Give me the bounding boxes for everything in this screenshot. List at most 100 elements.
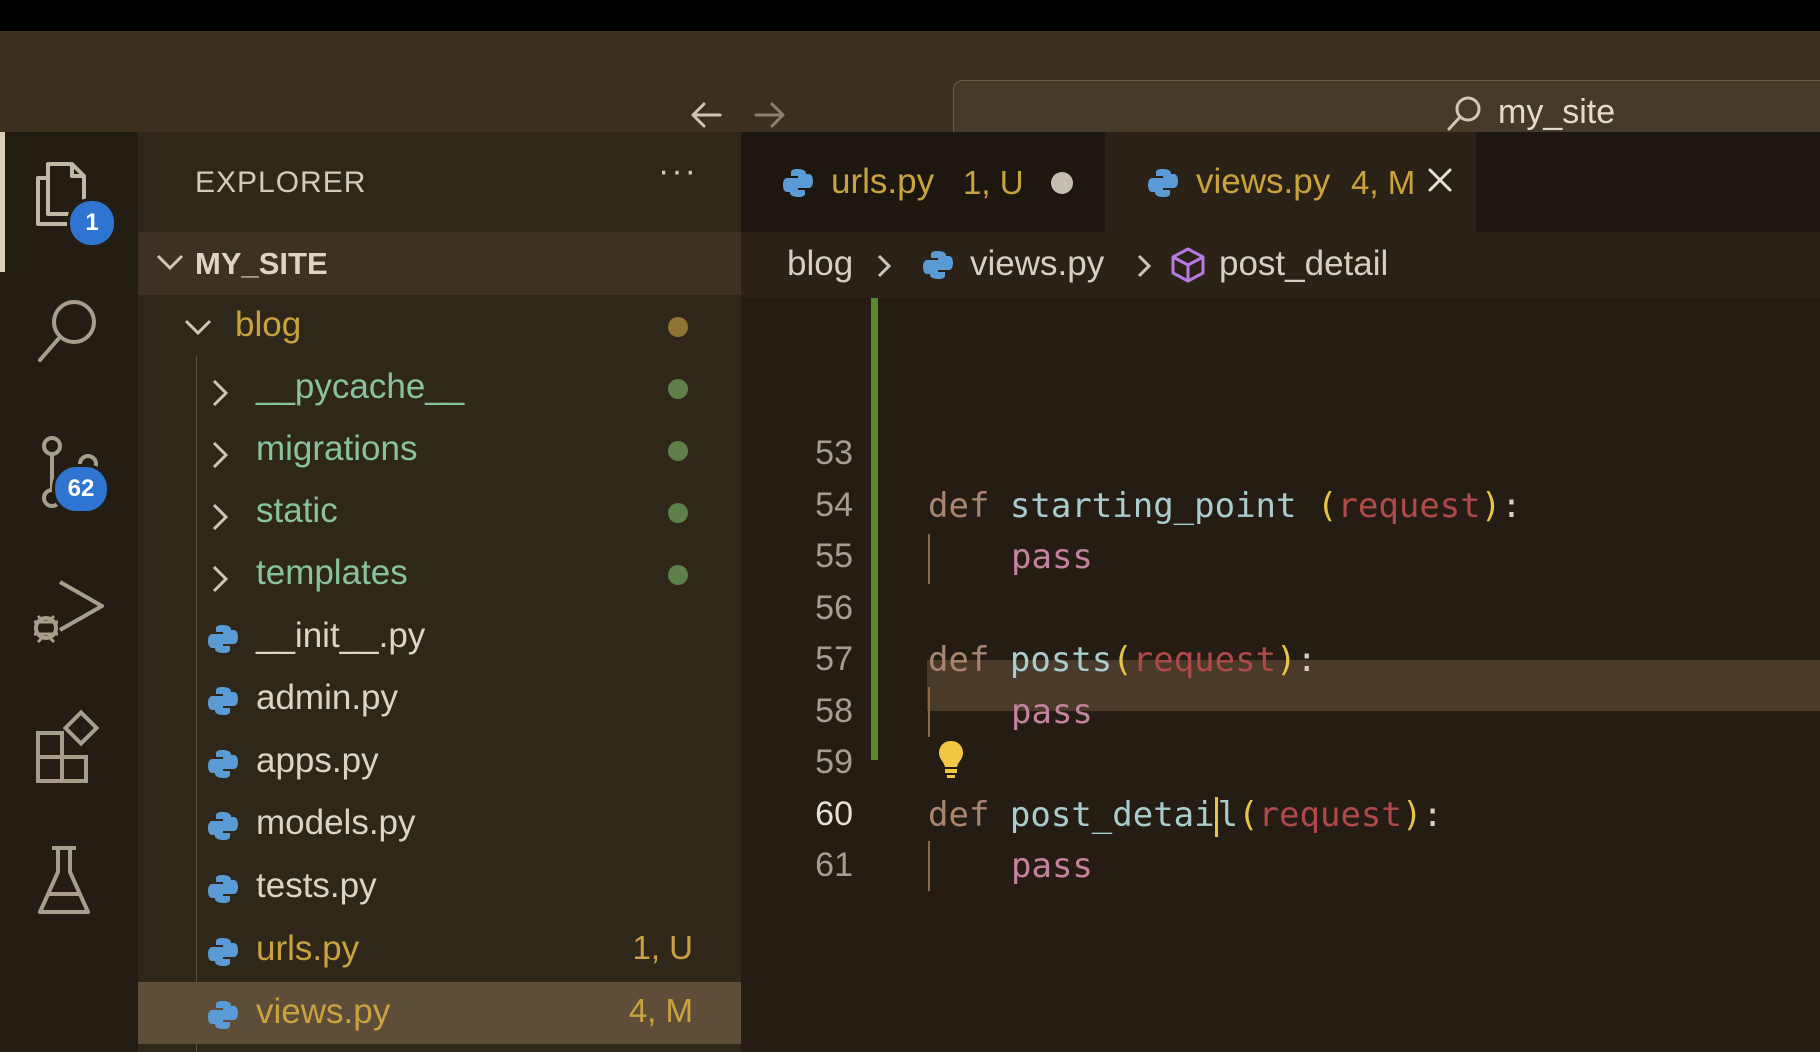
tab-bar: urls.py 1, U views.py 4, M [741, 132, 1820, 232]
python-file-icon [783, 169, 813, 197]
tab-label: urls.py [831, 162, 935, 201]
tree-label: static [256, 491, 338, 530]
code-line[interactable]: 55 pass [741, 531, 1820, 582]
code-line[interactable]: 59 [741, 737, 1820, 788]
untracked-dot [668, 441, 688, 461]
line-number: 53 [815, 434, 853, 472]
editor-area: urls.py 1, U views.py 4, M blog views.py… [741, 132, 1820, 1052]
untracked-dot [668, 503, 688, 523]
tree-file-models[interactable]: models.py [138, 793, 741, 855]
code-text: def post_detail(request): [928, 795, 1443, 837]
code-line[interactable]: 54 def starting_point (request): [741, 480, 1820, 531]
run-debug-icon [34, 580, 104, 644]
code-line[interactable]: 57 def posts(request): [741, 634, 1820, 685]
tree-file-tests[interactable]: tests.py [138, 856, 741, 918]
chevron-right-icon [212, 503, 229, 531]
modified-dot [668, 317, 688, 337]
tree-label: __init__.py [256, 616, 426, 655]
title-bar: my_site [0, 31, 1820, 146]
extensions-icon [36, 709, 100, 783]
tree-label: views.py [256, 992, 391, 1031]
method-cube-icon [1171, 247, 1205, 283]
python-file-icon [208, 812, 238, 840]
search-icon [1444, 94, 1484, 134]
line-number: 58 [815, 692, 853, 730]
source-control-activity[interactable]: 62 [0, 412, 138, 532]
explorer-badge: 1 [67, 198, 117, 248]
python-file-icon [208, 875, 238, 903]
chevron-right-icon [212, 379, 229, 407]
tree-file-admin[interactable]: admin.py [138, 668, 741, 730]
extensions-activity[interactable] [0, 687, 138, 807]
tab-status: 4, M [1351, 164, 1416, 201]
breadcrumb-file[interactable]: views.py [970, 244, 1104, 284]
tree-folder-templates[interactable]: templates [138, 543, 741, 605]
tree-folder-pycache[interactable]: __pycache__ [138, 357, 741, 419]
lightbulb-icon[interactable] [936, 738, 966, 780]
tree-file-views[interactable]: views.py 4, M [138, 982, 741, 1044]
tree-file-init[interactable]: __init__.py [138, 606, 741, 668]
workspace-name: MY_SITE [195, 246, 328, 281]
line-number: 56 [815, 589, 853, 627]
more-actions-icon[interactable]: ··· [658, 152, 698, 191]
tab-label: views.py [1196, 162, 1331, 201]
line-number: 55 [815, 537, 853, 575]
tree-folder-static[interactable]: static [138, 481, 741, 543]
code-text: pass [1011, 846, 1093, 886]
chevron-right-icon [212, 441, 229, 469]
back-arrow-icon[interactable] [684, 93, 728, 137]
explorer-title: EXPLORER [195, 166, 367, 199]
python-file-icon [208, 938, 238, 966]
line-number: 61 [815, 846, 853, 884]
tab-views[interactable]: views.py 4, M [1106, 132, 1476, 232]
unsaved-dot-icon[interactable] [1051, 172, 1073, 194]
breadcrumb: blog views.py post_detail [741, 232, 1820, 298]
python-file-icon [923, 251, 953, 279]
code-line[interactable]: 61 pass [741, 840, 1820, 891]
tab-status: 1, U [963, 164, 1024, 201]
tree-label: tests.py [256, 866, 377, 905]
tab-urls[interactable]: urls.py 1, U [741, 132, 1106, 232]
git-status: 4, M [628, 992, 693, 1029]
line-number: 54 [815, 486, 853, 524]
python-file-icon [208, 750, 238, 778]
tree-label: blog [235, 305, 302, 344]
tree-file-apps[interactable]: apps.py [138, 731, 741, 793]
forward-arrow-icon[interactable] [748, 93, 792, 137]
line-number: 59 [815, 743, 853, 781]
tree-label: migrations [256, 429, 418, 468]
flask-icon [38, 846, 90, 914]
tree-folder-blog[interactable]: blog [138, 295, 741, 357]
chevron-right-icon [877, 254, 892, 278]
breadcrumb-folder[interactable]: blog [787, 244, 853, 284]
breadcrumb-symbol[interactable]: post_detail [1219, 244, 1388, 284]
testing-activity[interactable] [0, 822, 138, 942]
chevron-right-icon [1137, 254, 1152, 278]
tree-label: __pycache__ [256, 367, 465, 406]
code-line[interactable]: 53 [741, 428, 1820, 479]
close-icon[interactable] [1424, 164, 1456, 196]
source-control-badge: 62 [52, 464, 110, 514]
chevron-right-icon [212, 565, 229, 593]
explorer-activity[interactable]: 1 [0, 132, 138, 272]
code-text: def starting_point (request): [928, 486, 1522, 526]
tree-label: urls.py [256, 929, 360, 968]
search-activity[interactable] [0, 272, 138, 392]
tree-folder-migrations[interactable]: migrations [138, 419, 741, 481]
code-text: pass [1011, 692, 1093, 732]
tree-file-urls[interactable]: urls.py 1, U [138, 919, 741, 981]
run-debug-activity[interactable] [0, 552, 138, 672]
tree-label: templates [256, 553, 408, 592]
untracked-dot [668, 379, 688, 399]
explorer-sidebar: EXPLORER ··· MY_SITE blog __pycache__ mi… [138, 132, 741, 1052]
code-line[interactable]: 56 [741, 583, 1820, 634]
magnifier-icon [38, 300, 96, 362]
code-text: pass [1011, 537, 1093, 577]
python-file-icon [208, 687, 238, 715]
python-file-icon [208, 625, 238, 653]
code-line-current[interactable]: 60 def post_detail(request): [741, 789, 1820, 840]
python-file-icon [1148, 169, 1178, 197]
code-line[interactable]: 58 pass [741, 686, 1820, 737]
workspace-section-header[interactable]: MY_SITE [138, 232, 741, 295]
tree-label: models.py [256, 803, 416, 842]
